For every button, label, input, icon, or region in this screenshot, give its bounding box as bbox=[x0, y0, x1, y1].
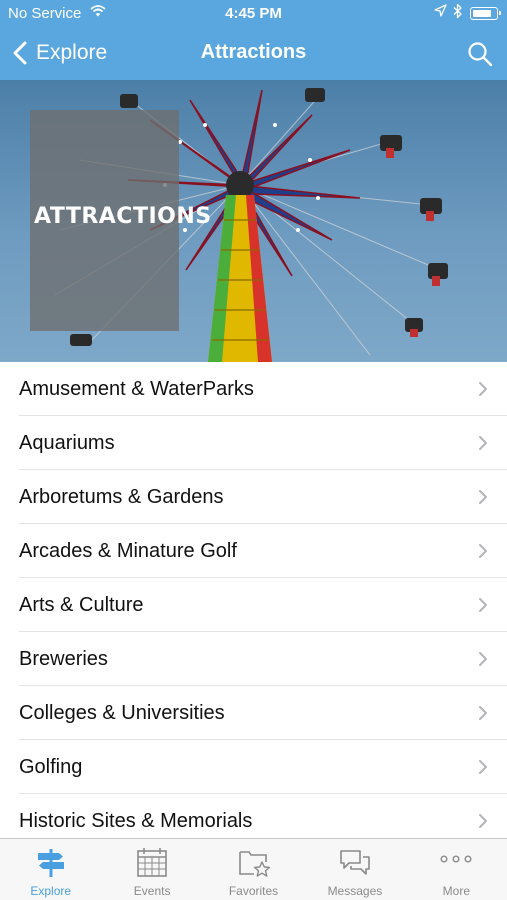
chevron-right-icon bbox=[479, 652, 487, 666]
signpost-icon bbox=[37, 849, 64, 877]
list-item-label: Golfing bbox=[19, 756, 83, 778]
list-item-label: Arboretums & Gardens bbox=[19, 486, 224, 508]
location-arrow-icon bbox=[434, 4, 447, 17]
tab-label: More bbox=[442, 884, 470, 898]
tab-label: Favorites bbox=[228, 884, 279, 898]
chevron-right-icon bbox=[479, 598, 487, 612]
chevron-right-icon bbox=[479, 544, 487, 558]
list-item[interactable]: Arts & Culture bbox=[0, 578, 507, 632]
chevron-right-icon bbox=[479, 706, 487, 720]
list-item[interactable]: Aquariums bbox=[0, 416, 507, 470]
tab-events[interactable]: Events bbox=[101, 839, 202, 900]
list-item[interactable]: Amusement & WaterParks bbox=[0, 362, 507, 416]
list-item[interactable]: Breweries bbox=[0, 632, 507, 686]
list-item-label: Historic Sites & Memorials bbox=[19, 810, 253, 832]
list-item[interactable]: Historic Sites & Memorials bbox=[0, 794, 507, 838]
list-item-label: Breweries bbox=[19, 648, 108, 670]
calendar-icon bbox=[137, 848, 167, 877]
status-bar: No Service 4:45 PM bbox=[0, 0, 507, 28]
top-bar: No Service 4:45 PM Explore Attractions bbox=[0, 0, 507, 80]
list-item[interactable]: Arcades & Minature Golf bbox=[0, 524, 507, 578]
list-item-label: Arts & Culture bbox=[19, 594, 144, 616]
category-list: Amusement & WaterParks Aquariums Arboretum… bbox=[0, 362, 507, 838]
tab-favorites[interactable]: Favorites bbox=[203, 839, 304, 900]
tab-label: Messages bbox=[327, 884, 383, 898]
list-item-label: Colleges & Universities bbox=[19, 702, 225, 724]
chevron-right-icon bbox=[479, 814, 487, 828]
list-item[interactable]: Colleges & Universities bbox=[0, 686, 507, 740]
tab-more[interactable]: More bbox=[406, 839, 507, 900]
chat-bubbles-icon bbox=[340, 850, 370, 875]
bluetooth-icon bbox=[453, 3, 462, 19]
list-item-label: Amusement & WaterParks bbox=[19, 378, 254, 400]
battery-icon bbox=[470, 7, 501, 20]
tab-bar: Explore Events Favorites Messages More bbox=[0, 838, 507, 900]
chevron-left-icon bbox=[13, 41, 27, 65]
list-item-label: Arcades & Minature Golf bbox=[19, 540, 237, 562]
list-item[interactable]: Golfing bbox=[0, 740, 507, 794]
tab-label: Explore bbox=[30, 884, 72, 898]
hero-label: ATTRACTIONS bbox=[34, 204, 212, 229]
status-time: 4:45 PM bbox=[225, 5, 282, 22]
back-button[interactable]: Explore bbox=[8, 38, 107, 68]
chevron-right-icon bbox=[479, 436, 487, 450]
back-button-label: Explore bbox=[36, 41, 108, 64]
list-item-label: Aquariums bbox=[19, 432, 115, 454]
tab-explore[interactable]: Explore bbox=[0, 839, 101, 900]
hero-banner: ATTRACTIONS bbox=[0, 80, 507, 362]
tab-label: Events bbox=[133, 884, 171, 898]
tab-messages[interactable]: Messages bbox=[304, 839, 405, 900]
folder-star-icon bbox=[238, 851, 270, 877]
chevron-right-icon bbox=[479, 760, 487, 774]
ellipsis-icon bbox=[440, 855, 472, 863]
chevron-right-icon bbox=[479, 382, 487, 396]
list-item[interactable]: Arboretums & Gardens bbox=[0, 470, 507, 524]
chevron-right-icon bbox=[479, 490, 487, 504]
search-icon[interactable] bbox=[466, 40, 494, 68]
navigation-bar: Explore Attractions bbox=[0, 28, 507, 80]
